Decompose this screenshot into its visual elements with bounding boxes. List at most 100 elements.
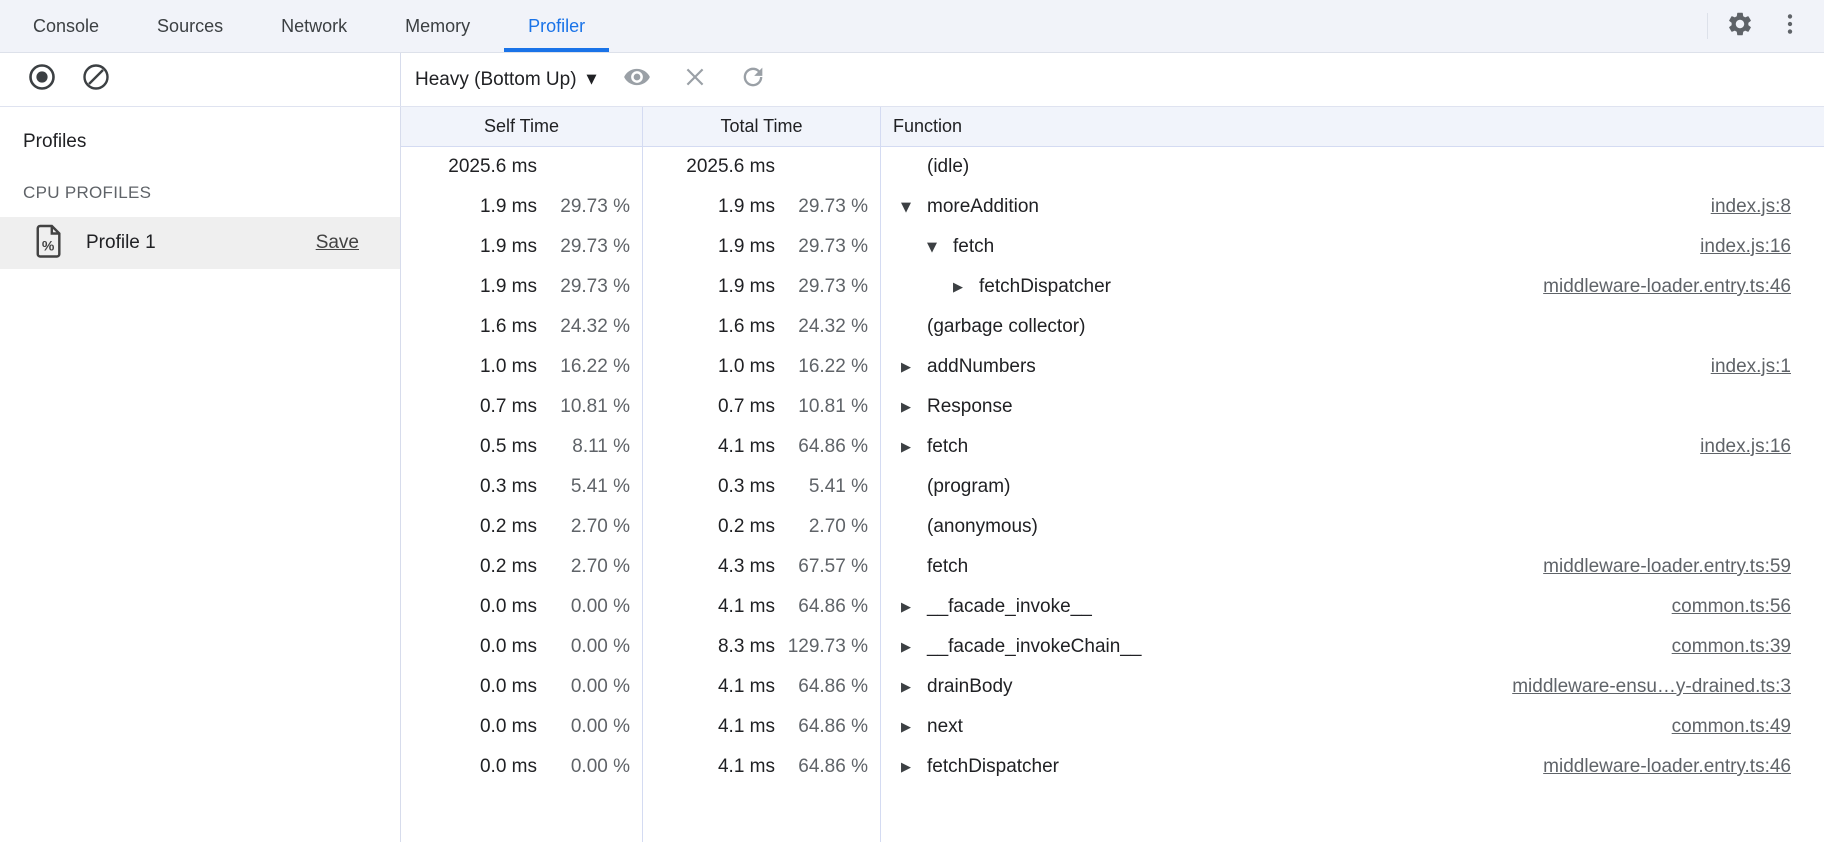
total-time-cell: 2025.6 ms	[643, 147, 881, 187]
expand-arrow-icon[interactable]: ▶	[901, 440, 927, 455]
self-time-value: 1.0 ms	[401, 356, 537, 378]
source-link[interactable]: middleware-ensu…y-drained.ts:3	[1512, 676, 1824, 698]
sidebar-item-profile-1[interactable]: % Profile 1 Save	[0, 217, 400, 269]
source-link[interactable]: common.ts:56	[1672, 596, 1824, 618]
filler-total-column	[643, 787, 881, 842]
total-time-cell: 4.1 ms 64.86 %	[643, 667, 881, 707]
column-header-total-time[interactable]: Total Time	[643, 107, 881, 146]
eye-icon	[622, 62, 652, 97]
function-cell: ▶ fetchDispatcher middleware-loader.entr…	[881, 747, 1824, 787]
column-header-function[interactable]: Function	[881, 107, 1824, 146]
source-link[interactable]: index.js:16	[1700, 436, 1824, 458]
self-time-value: 0.7 ms	[401, 396, 537, 418]
focus-selected-button[interactable]	[619, 62, 655, 98]
source-link[interactable]: index.js:8	[1711, 196, 1824, 218]
kebab-menu-icon	[1777, 11, 1803, 42]
source-link[interactable]: middleware-loader.entry.ts:46	[1543, 756, 1824, 778]
self-time-cell: 1.0 ms 16.22 %	[401, 347, 643, 387]
restore-all-button[interactable]	[735, 62, 771, 98]
total-time-percent: 29.73 %	[775, 276, 880, 298]
expand-arrow-icon[interactable]: ▼	[927, 240, 953, 255]
table-row[interactable]: 0.7 ms 10.81 % 0.7 ms 10.81 % ▶ Response	[401, 387, 1824, 427]
total-time-cell: 1.9 ms 29.73 %	[643, 187, 881, 227]
table-row[interactable]: 0.2 ms 2.70 % 4.3 ms 67.57 % fetch middl…	[401, 547, 1824, 587]
expand-arrow-icon[interactable]: ▶	[901, 680, 927, 695]
expand-arrow-icon[interactable]: ▶	[901, 720, 927, 735]
table-row[interactable]: 2025.6 ms 2025.6 ms (idle)	[401, 147, 1824, 187]
self-time-value: 1.9 ms	[401, 196, 537, 218]
self-time-percent: 29.73 %	[537, 236, 642, 258]
function-name: drainBody	[927, 676, 1013, 698]
total-time-value: 4.1 ms	[643, 436, 775, 458]
self-time-percent: 16.22 %	[537, 356, 642, 378]
table-row[interactable]: 0.0 ms 0.00 % 4.1 ms 64.86 % ▶ __facade_…	[401, 587, 1824, 627]
function-name: addNumbers	[927, 356, 1036, 378]
total-time-cell: 1.9 ms 29.73 %	[643, 227, 881, 267]
function-name: fetch	[927, 436, 968, 458]
function-name: (idle)	[927, 156, 969, 178]
table-row[interactable]: 1.6 ms 24.32 % 1.6 ms 24.32 % (garbage c…	[401, 307, 1824, 347]
view-controls: Heavy (Bottom Up) ▼	[401, 53, 1824, 106]
total-time-value: 2025.6 ms	[643, 156, 775, 178]
function-name: fetchDispatcher	[979, 276, 1111, 298]
self-time-percent: 0.00 %	[537, 596, 642, 618]
function-name: (anonymous)	[927, 516, 1038, 538]
settings-button[interactable]	[1722, 8, 1758, 44]
total-time-cell: 8.3 ms 129.73 %	[643, 627, 881, 667]
table-row[interactable]: 1.9 ms 29.73 % 1.9 ms 29.73 % ▼ moreAddi…	[401, 187, 1824, 227]
profiles-sidebar: Profiles CPU PROFILES % Profile 1 Save	[0, 107, 401, 842]
table-row[interactable]: 0.3 ms 5.41 % 0.3 ms 5.41 % (program)	[401, 467, 1824, 507]
function-cell: ▶ addNumbers index.js:1	[881, 347, 1824, 387]
table-row[interactable]: 0.2 ms 2.70 % 0.2 ms 2.70 % (anonymous)	[401, 507, 1824, 547]
source-link[interactable]: common.ts:39	[1672, 636, 1824, 658]
total-time-value: 4.3 ms	[643, 556, 775, 578]
source-link[interactable]: common.ts:49	[1672, 716, 1824, 738]
source-link[interactable]: middleware-loader.entry.ts:46	[1543, 276, 1824, 298]
expand-arrow-icon[interactable]: ▶	[901, 760, 927, 775]
expand-arrow-icon[interactable]: ▶	[901, 400, 927, 415]
total-time-cell: 4.1 ms 64.86 %	[643, 587, 881, 627]
total-time-cell: 4.1 ms 64.86 %	[643, 747, 881, 787]
total-time-percent: 64.86 %	[775, 676, 880, 698]
source-link[interactable]: index.js:16	[1700, 236, 1824, 258]
table-row[interactable]: 0.0 ms 0.00 % 4.1 ms 64.86 % ▶ fetchDisp…	[401, 747, 1824, 787]
profile-name: Profile 1	[86, 232, 156, 254]
table-row[interactable]: 1.9 ms 29.73 % 1.9 ms 29.73 % ▶ fetchDis…	[401, 267, 1824, 307]
total-time-value: 0.2 ms	[643, 516, 775, 538]
table-row[interactable]: 0.0 ms 0.00 % 4.1 ms 64.86 % ▶ next comm…	[401, 707, 1824, 747]
expand-arrow-icon[interactable]: ▶	[901, 360, 927, 375]
tab-console[interactable]: Console	[9, 0, 123, 52]
expand-arrow-icon[interactable]: ▶	[901, 640, 927, 655]
table-row[interactable]: 0.0 ms 0.00 % 8.3 ms 129.73 % ▶ __facade…	[401, 627, 1824, 667]
save-profile-link[interactable]: Save	[316, 232, 359, 254]
function-cell: (anonymous)	[881, 507, 1824, 547]
total-time-cell: 1.0 ms 16.22 %	[643, 347, 881, 387]
tab-network[interactable]: Network	[257, 0, 371, 52]
source-link[interactable]: index.js:1	[1711, 356, 1824, 378]
profiler-toolbar: Heavy (Bottom Up) ▼	[0, 53, 1824, 107]
view-mode-dropdown[interactable]: Heavy (Bottom Up) ▼	[415, 69, 597, 91]
expand-arrow-icon[interactable]: ▶	[953, 280, 979, 295]
more-options-button[interactable]	[1772, 8, 1808, 44]
table-row[interactable]: 1.9 ms 29.73 % 1.9 ms 29.73 % ▼ fetch in…	[401, 227, 1824, 267]
table-row[interactable]: 0.5 ms 8.11 % 4.1 ms 64.86 % ▶ fetch ind…	[401, 427, 1824, 467]
tab-memory[interactable]: Memory	[381, 0, 494, 52]
tab-sources[interactable]: Sources	[133, 0, 247, 52]
record-button[interactable]	[24, 62, 60, 98]
table-row[interactable]: 0.0 ms 0.00 % 4.1 ms 64.86 % ▶ drainBody…	[401, 667, 1824, 707]
table-row[interactable]: 1.0 ms 16.22 % 1.0 ms 16.22 % ▶ addNumbe…	[401, 347, 1824, 387]
clear-all-button[interactable]	[78, 62, 114, 98]
source-link[interactable]: middleware-loader.entry.ts:59	[1543, 556, 1824, 578]
self-time-cell: 0.2 ms 2.70 %	[401, 547, 643, 587]
profiler-content: Profiles CPU PROFILES % Profile 1 Save S…	[0, 107, 1824, 842]
column-header-self-time[interactable]: Self Time	[401, 107, 643, 146]
tab-profiler[interactable]: Profiler	[504, 0, 609, 52]
expand-arrow-icon[interactable]: ▶	[901, 600, 927, 615]
self-time-percent: 0.00 %	[537, 636, 642, 658]
self-time-value: 0.2 ms	[401, 516, 537, 538]
exclude-selected-button[interactable]	[677, 62, 713, 98]
function-cell: fetch middleware-loader.entry.ts:59	[881, 547, 1824, 587]
expand-arrow-icon[interactable]: ▼	[901, 200, 927, 215]
function-cell: ▶ fetchDispatcher middleware-loader.entr…	[881, 267, 1824, 307]
function-cell: ▶ fetch index.js:16	[881, 427, 1824, 467]
